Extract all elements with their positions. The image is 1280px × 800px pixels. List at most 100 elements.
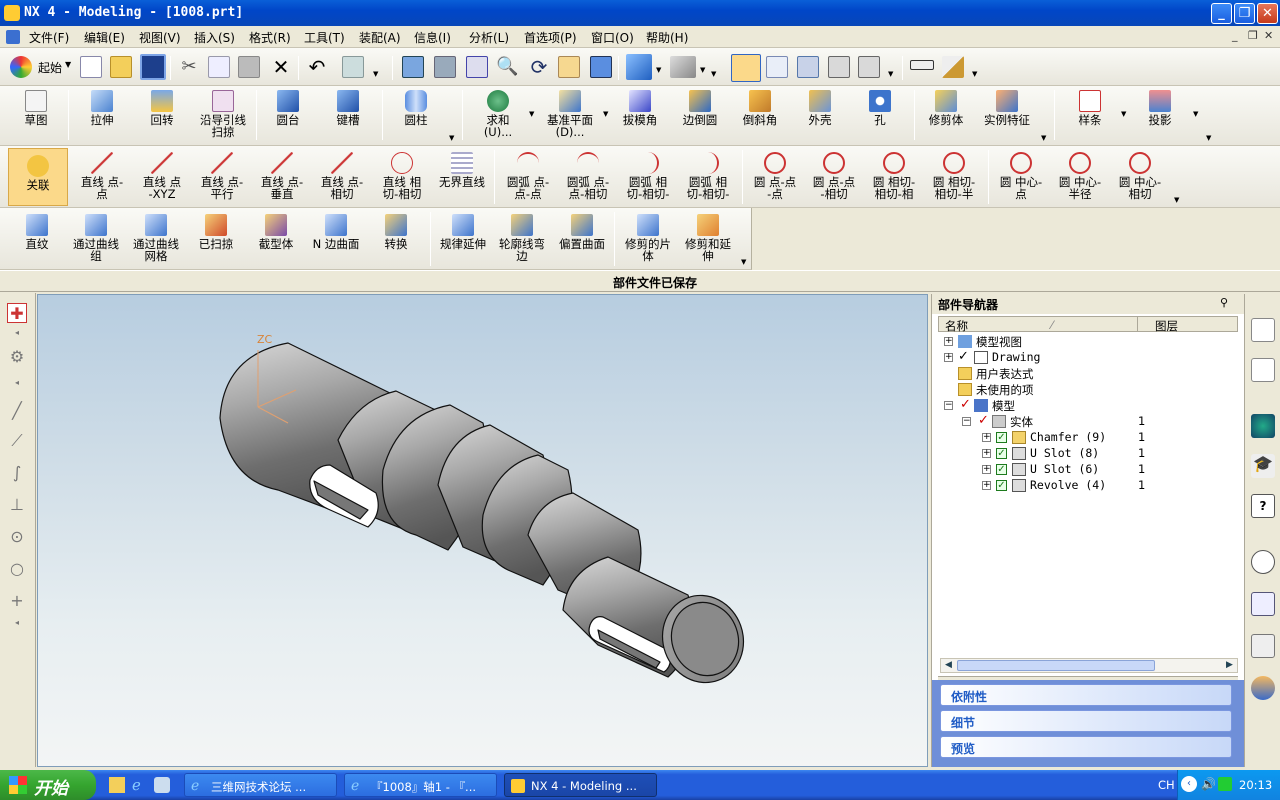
column-name[interactable]: 名称	[945, 318, 968, 334]
doc-minimize-button[interactable]: _	[1232, 29, 1238, 42]
menu-view[interactable]: 视图(V)	[139, 29, 181, 46]
tool-through-curve-mesh[interactable]: 通过曲线 网格	[126, 214, 186, 262]
chevron-down-icon[interactable]: ▼	[65, 60, 71, 69]
paste-icon[interactable]	[238, 56, 260, 78]
doc-close-button[interactable]: ✕	[1264, 29, 1273, 42]
pan-icon[interactable]	[558, 56, 580, 78]
line-icon[interactable]: ╱	[7, 401, 27, 421]
tool-line-point-point[interactable]: 直线 点- 点	[72, 152, 132, 200]
tool-shell[interactable]: 外壳	[794, 90, 846, 126]
wcs-orient-icon[interactable]	[766, 56, 788, 78]
tool-associative[interactable]: 关联	[8, 148, 68, 206]
layer-visible-icon[interactable]	[858, 56, 880, 78]
perspective-icon[interactable]	[590, 56, 612, 78]
collapse-icon[interactable]: −	[944, 401, 953, 410]
tool-project[interactable]: 投影	[1134, 90, 1186, 126]
close-button[interactable]: ✕	[1257, 3, 1278, 24]
menu-file[interactable]: 文件(F)	[29, 29, 69, 46]
chevron-down-icon[interactable]: ▼	[1174, 196, 1179, 204]
tool-draft[interactable]: 拔模角	[614, 90, 666, 126]
tool-infinite-line[interactable]: 无界直线	[432, 152, 492, 188]
tool-arc-point-point-point[interactable]: 圆弧 点- 点-点	[498, 152, 558, 200]
network-icon[interactable]	[1218, 777, 1232, 791]
tool-trimmed-sheet[interactable]: 修剪的片 体	[618, 214, 678, 262]
chevron-down-icon[interactable]: ▼	[1193, 110, 1198, 118]
tool-law-extension[interactable]: 规律延伸	[434, 214, 492, 250]
tool-circle-center-radius[interactable]: 圆 中心- 半径	[1050, 152, 1110, 200]
expand-icon[interactable]: +	[944, 337, 953, 346]
wcs-display-icon[interactable]	[731, 54, 761, 82]
column-layer[interactable]: 图层	[1155, 318, 1178, 334]
tool-datum-plane[interactable]: 基准平面 (D)...	[540, 90, 600, 138]
minimize-button[interactable]: _	[1211, 3, 1232, 24]
tool-sketch[interactable]: 草图	[12, 90, 60, 126]
tool-circle-center-point[interactable]: 圆 中心- 点	[992, 152, 1050, 200]
tool-profile-flange[interactable]: 轮廓线弯 边	[492, 214, 552, 262]
scroll-left-icon[interactable]: ◀	[942, 660, 955, 671]
save-icon[interactable]	[140, 54, 166, 80]
visibility-checkbox[interactable]: ✓	[996, 464, 1007, 475]
undo-icon[interactable]: ↶	[306, 56, 328, 78]
line-point-icon[interactable]: ⟋	[7, 431, 27, 451]
curve-icon[interactable]: ∫	[7, 463, 27, 483]
chevron-down-icon[interactable]: ▼	[972, 70, 977, 78]
tool-spline[interactable]: 样条	[1064, 90, 1116, 126]
chevron-down-icon[interactable]: ▼	[1041, 134, 1046, 142]
scroll-right-icon[interactable]: ▶	[1223, 660, 1236, 671]
orient-view-icon[interactable]	[670, 56, 696, 78]
maximize-button[interactable]: ❐	[1234, 3, 1255, 24]
clock[interactable]: 20:13	[1239, 778, 1272, 792]
visibility-checkbox[interactable]: ✓	[996, 432, 1007, 443]
chevron-down-icon[interactable]: ◂	[7, 373, 27, 393]
visibility-checkbox[interactable]: ✓	[996, 448, 1007, 459]
title-bar[interactable]: NX 4 - Modeling - [1008.prt] _ ❐ ✕	[0, 0, 1280, 26]
circle-icon[interactable]: ○	[7, 559, 27, 579]
speaker-icon[interactable]: 🔊	[1201, 777, 1216, 791]
visibility-checkbox[interactable]: ✓	[996, 480, 1007, 491]
chevron-down-icon[interactable]: ▼	[711, 70, 716, 78]
menu-window[interactable]: 窗口(O)	[591, 29, 634, 46]
chevron-down-icon[interactable]: ▼	[603, 110, 608, 118]
tool-n-sided-surface[interactable]: N 边曲面	[306, 214, 366, 250]
chevron-down-icon[interactable]: ◂	[7, 323, 27, 343]
tool-hole[interactable]: 孔	[854, 90, 906, 126]
new-file-icon[interactable]	[80, 56, 102, 78]
tool-arc-point-point-tangent[interactable]: 圆弧 点- 点-相切	[558, 152, 618, 200]
menu-format[interactable]: 格式(R)	[249, 29, 291, 46]
zoom-box-icon[interactable]	[466, 56, 488, 78]
tool-cylinder[interactable]: 圆柱	[390, 90, 442, 126]
tool-circle-point-point-tangent[interactable]: 圆 点-点 -相切	[804, 152, 864, 200]
tool-transform[interactable]: 转换	[366, 214, 426, 250]
expand-icon[interactable]: +	[982, 449, 991, 458]
web-browser-icon[interactable]	[1251, 414, 1275, 438]
tool-extrude[interactable]: 拉伸	[76, 90, 128, 126]
panel-dependencies[interactable]: 依附性	[940, 684, 1232, 706]
start-menu-button[interactable]: 起始	[38, 59, 62, 76]
inferred-constraint-icon[interactable]: ⚙	[7, 347, 27, 367]
layer-settings-icon[interactable]	[828, 56, 850, 78]
menu-insert[interactable]: 插入(S)	[194, 29, 235, 46]
language-indicator[interactable]: CH	[1158, 778, 1175, 792]
tool-circle-point-point-point[interactable]: 圆 点-点 -点	[746, 152, 804, 200]
menu-assembly[interactable]: 装配(A)	[359, 29, 401, 46]
tool-chamfer[interactable]: 倒斜角	[734, 90, 786, 126]
circle-center-icon[interactable]: ⊙	[7, 527, 27, 547]
tool-circle-tangent-tangent-tangent[interactable]: 圆 相切- 相切-相	[864, 152, 924, 200]
chevron-down-icon[interactable]: ▼	[656, 66, 661, 74]
show-desktop-icon[interactable]	[109, 777, 125, 793]
zoom-area-icon[interactable]	[434, 56, 456, 78]
tool-ruled[interactable]: 直纹	[8, 214, 66, 250]
task-nx-modeling[interactable]: NX 4 - Modeling ...	[504, 773, 657, 797]
chevron-down-icon[interactable]: ▼	[1206, 134, 1211, 142]
chevron-down-icon[interactable]: ▼	[700, 66, 705, 74]
tool-circle-tangent-tangent-radius[interactable]: 圆 相切- 相切-半	[924, 152, 984, 200]
expand-icon[interactable]: +	[982, 433, 991, 442]
render-style-icon[interactable]	[626, 54, 652, 80]
pin-icon[interactable]: ⚲	[1220, 296, 1228, 309]
tool-trim-body[interactable]: 修剪体	[920, 90, 972, 126]
tool-line-point-tangent[interactable]: 直线 点- 相切	[312, 152, 372, 200]
measure-distance-icon[interactable]	[910, 60, 934, 70]
menu-tools[interactable]: 工具(T)	[304, 29, 345, 46]
help-icon[interactable]: ?	[1251, 494, 1275, 518]
fit-view-icon[interactable]	[402, 56, 424, 78]
